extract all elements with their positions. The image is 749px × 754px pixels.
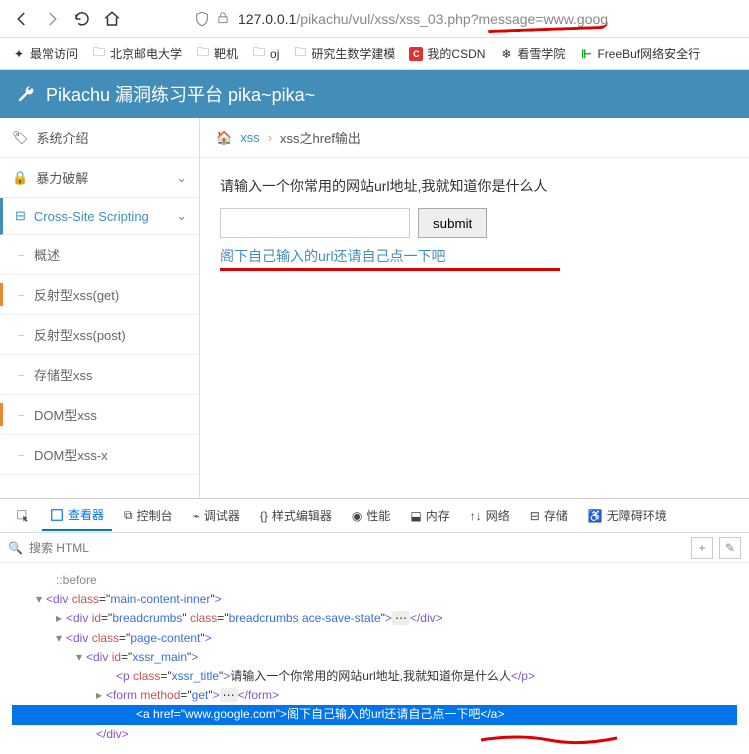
bookmark-item[interactable]: 🗀研究生数学建模: [293, 45, 395, 62]
bookmark-item[interactable]: 🗀oj: [252, 47, 279, 61]
lock-icon: [216, 11, 230, 25]
eyedropper-icon[interactable]: ✎: [719, 537, 741, 559]
sidebar-sub-domxss[interactable]: DOM型xss: [0, 395, 199, 435]
html-search-input[interactable]: [29, 541, 685, 555]
dom-tree[interactable]: ::before ▾<div class="main-content-inner…: [0, 563, 749, 752]
sidebar-sub-xssget[interactable]: 反射型xss(get): [0, 275, 199, 315]
bookmark-item[interactable]: 🗀北京邮电大学: [92, 45, 182, 62]
search-icon: 🔍: [8, 541, 23, 555]
browser-toolbar: 127.0.0.1/pikachu/vul/xss/xss_03.php?mes…: [0, 0, 749, 38]
bookmark-item[interactable]: C我的CSDN: [409, 45, 485, 62]
sidebar-sub-stored[interactable]: 存储型xss: [0, 355, 199, 395]
tab-accessibility[interactable]: ♿无障碍环境: [580, 501, 675, 530]
shield-icon: [194, 11, 210, 27]
bookmark-item[interactable]: ⊩FreeBuf网络安全行: [579, 45, 700, 62]
home-button[interactable]: [98, 5, 126, 33]
forward-button[interactable]: [38, 5, 66, 33]
annotation-scribble: [479, 732, 619, 748]
prompt-text: 请输入一个你常用的网站url地址,我就知道你是什么人: [220, 176, 729, 196]
main-content: 🏠 xss › xss之href输出 请输入一个你常用的网站url地址,我就知道…: [200, 118, 749, 498]
url-text: 127.0.0.1/pikachu/vul/xss/xss_03.php?mes…: [238, 11, 608, 27]
tab-inspector[interactable]: 查看器: [42, 500, 112, 531]
tab-network[interactable]: ↑↓网络: [462, 501, 518, 530]
tag-icon: 🏷: [12, 130, 29, 146]
tab-memory[interactable]: ⬓内存: [402, 501, 457, 530]
devtools: 查看器 ⧉控制台 ⌁调试器 {}样式编辑器 ◉性能 ⬓内存 ↑↓网络 ⊟存储 ♿…: [0, 498, 749, 752]
tab-storage[interactable]: ⊟存储: [522, 501, 576, 530]
submit-button[interactable]: submit: [418, 208, 487, 238]
add-button[interactable]: +: [691, 537, 713, 559]
sidebar-sub-xsspost[interactable]: 反射型xss(post): [0, 315, 199, 355]
devtools-search: 🔍 + ✎: [0, 533, 749, 563]
chevron-down-icon: ⌄: [176, 170, 187, 186]
inspector-picker-icon[interactable]: [8, 503, 38, 529]
tab-styleeditor[interactable]: {}样式编辑器: [252, 501, 340, 530]
url-input[interactable]: [220, 208, 410, 238]
tab-performance[interactable]: ◉性能: [344, 501, 399, 530]
tab-console[interactable]: ⧉控制台: [116, 501, 181, 530]
chevron-right-icon: ›: [268, 130, 272, 145]
home-icon[interactable]: 🏠: [216, 130, 232, 146]
sidebar-item-xss[interactable]: ⊟Cross-Site Scripting⌄: [0, 198, 199, 235]
breadcrumb: 🏠 xss › xss之href输出: [200, 118, 749, 158]
app-header: Pikachu 漏洞练习平台 pika~pika~: [0, 70, 749, 118]
sidebar-item-bruteforce[interactable]: 🔒暴力破解⌄: [0, 158, 199, 198]
back-button[interactable]: [8, 5, 36, 33]
breadcrumb-link[interactable]: xss: [240, 130, 260, 145]
annotation-underline: [220, 268, 560, 271]
bookmark-item[interactable]: 🗀靶机: [196, 45, 238, 62]
url-bar[interactable]: 127.0.0.1/pikachu/vul/xss/xss_03.php?mes…: [186, 4, 741, 34]
bookmark-mostvisited[interactable]: ✦最常访问: [12, 45, 78, 62]
breadcrumb-current: xss之href输出: [280, 128, 361, 147]
sidebar-sub-domxssx[interactable]: DOM型xss-x: [0, 435, 199, 475]
app-title: Pikachu 漏洞练习平台 pika~pika~: [46, 81, 315, 107]
bookmark-item[interactable]: ❄看雪学院: [499, 45, 565, 62]
lock-icon: 🔒: [12, 170, 28, 186]
tab-debugger[interactable]: ⌁调试器: [185, 501, 248, 530]
sidebar: 🏷系统介绍 🔒暴力破解⌄ ⊟Cross-Site Scripting⌄ 概述 反…: [0, 118, 200, 498]
slider-icon: ⊟: [15, 208, 26, 224]
output-link[interactable]: 阁下自己输入的url还请自己点一下吧: [220, 248, 446, 264]
bookmarks-bar: ✦最常访问 🗀北京邮电大学 🗀靶机 🗀oj 🗀研究生数学建模 C我的CSDN ❄…: [0, 38, 749, 70]
wrench-icon: [16, 84, 36, 104]
sidebar-item-intro[interactable]: 🏷系统介绍: [0, 118, 199, 158]
reload-button[interactable]: [68, 5, 96, 33]
selected-dom-node[interactable]: <a href="www.google.com">阁下自己输入的url还请自己点…: [12, 705, 737, 724]
sidebar-sub-overview[interactable]: 概述: [0, 235, 199, 275]
chevron-down-icon: ⌄: [176, 208, 187, 224]
devtools-tabs: 查看器 ⧉控制台 ⌁调试器 {}样式编辑器 ◉性能 ⬓内存 ↑↓网络 ⊟存储 ♿…: [0, 499, 749, 533]
